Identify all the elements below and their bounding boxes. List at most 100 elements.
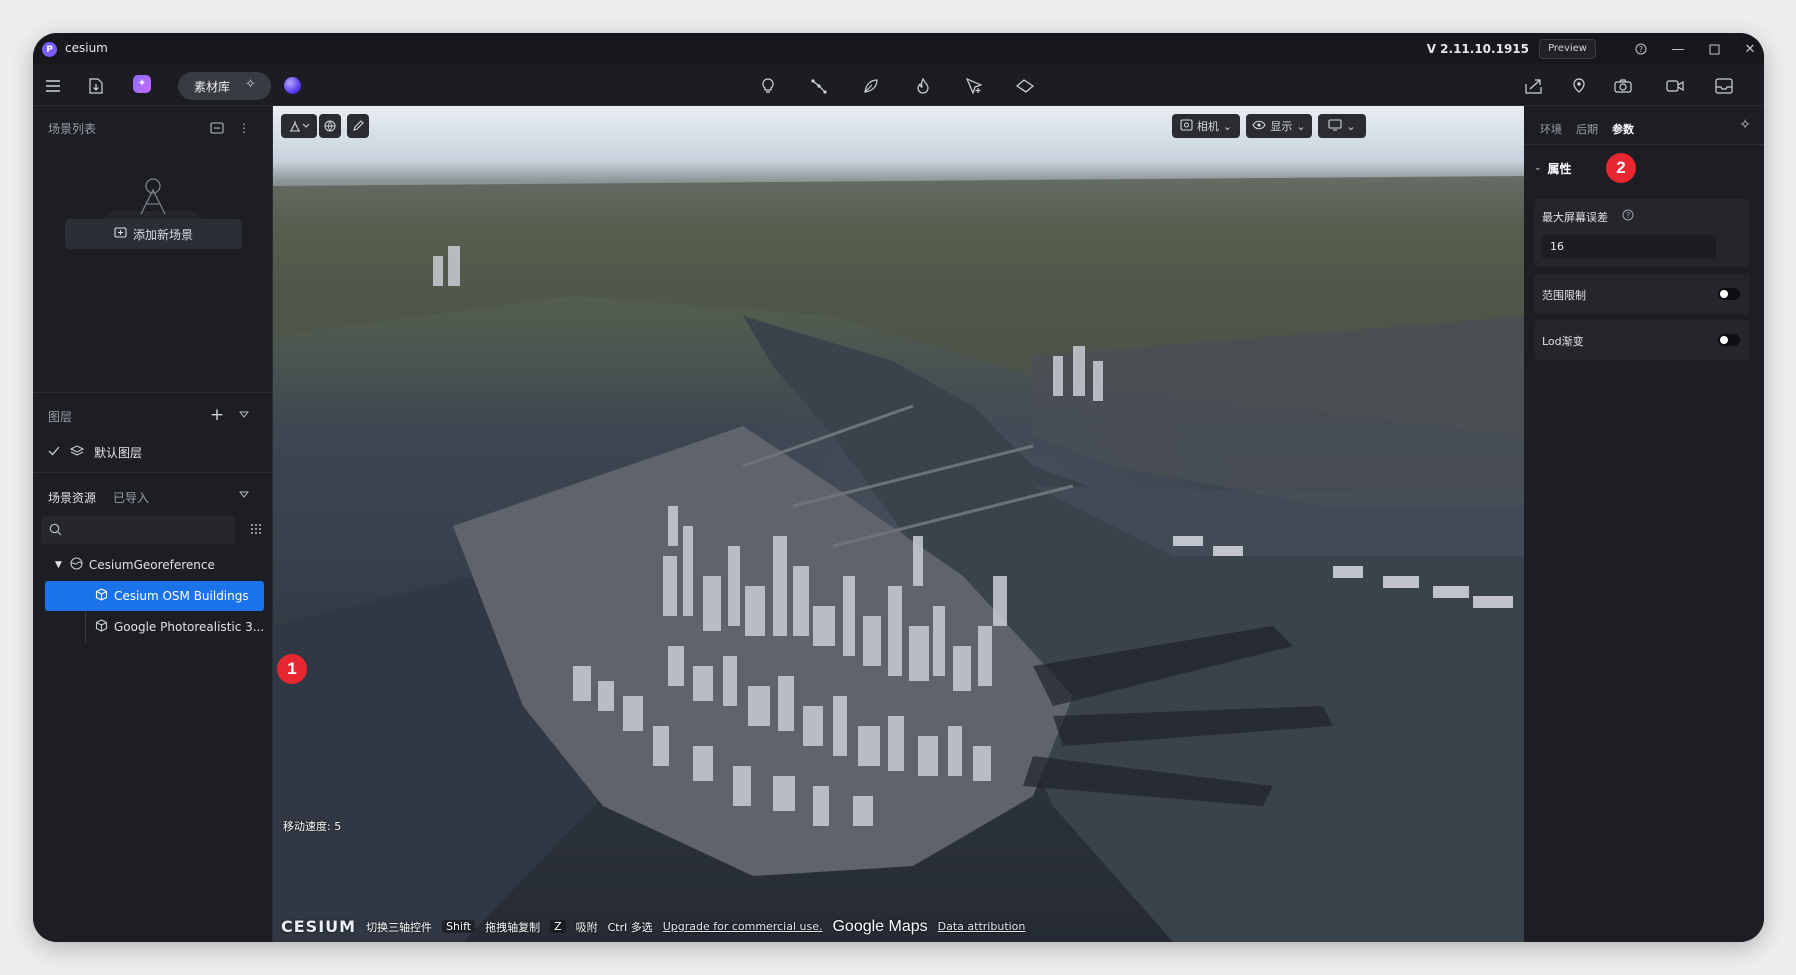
grid-view-icon[interactable] (245, 518, 267, 540)
add-new-scene-button[interactable]: 添加新场景 (65, 219, 242, 249)
more-options-icon[interactable]: ⋮ (233, 117, 255, 139)
properties-section-title: 属性 (1547, 161, 1572, 176)
add-layer-icon[interactable]: + (206, 404, 228, 426)
sparkle-icon: ✧ (245, 77, 256, 92)
assets-tab[interactable]: 场景资源 (48, 489, 96, 506)
collapse-layers-icon[interactable] (233, 404, 255, 426)
default-layer-label: 默认图层 (94, 445, 143, 460)
help-icon[interactable]: ? (1622, 209, 1634, 224)
globe-view-icon[interactable] (319, 114, 341, 138)
data-attribution-link[interactable]: Data attribution (938, 920, 1026, 933)
minimize-icon[interactable]: — (1668, 39, 1688, 59)
expand-arrow-icon[interactable]: ▼ (55, 560, 62, 570)
tree-item-google-photorealistic[interactable]: Google Photorealistic 3... (33, 612, 273, 642)
divider (1524, 144, 1764, 145)
divider (33, 392, 272, 393)
lod-fade-toggle[interactable] (1718, 334, 1740, 346)
leaf-tool-icon[interactable] (860, 75, 882, 97)
fire-tool-icon[interactable] (912, 75, 934, 97)
tree-item-osm-buildings[interactable]: Cesium OSM Buildings (45, 581, 264, 611)
imported-tab[interactable]: 已导入 (113, 489, 149, 506)
city-scene-illustration (273, 176, 1524, 942)
monitor-icon (1328, 118, 1342, 134)
maximize-icon[interactable] (1704, 39, 1724, 59)
bulb-icon[interactable] (757, 75, 779, 97)
title-bar: P cesium V 2.11.10.1915 Preview ? — ✕ (33, 33, 1764, 65)
tree-item-label: Google Photorealistic 3... (114, 620, 265, 634)
location-pin-icon[interactable] (1568, 75, 1590, 97)
tab-parameters[interactable]: 参数 (1612, 121, 1634, 137)
tree-item-label: CesiumGeoreference (88, 558, 215, 572)
lod-fade-card: Lod渐变 (1534, 320, 1750, 360)
tree-item-label: Cesium OSM Buildings (114, 589, 249, 603)
cesium-logo[interactable]: CESIUM (281, 917, 356, 936)
transform-gizmo-button[interactable] (281, 114, 317, 138)
sparkle-icon[interactable]: ✧ (1739, 117, 1751, 133)
asset-search-input[interactable] (41, 516, 235, 544)
search-icon (49, 523, 62, 539)
video-record-icon[interactable] (1664, 75, 1686, 97)
shift-key-hint: Shift (442, 920, 476, 933)
new-scene-icon[interactable] (206, 117, 228, 139)
chevron-down-icon: ⌄ (1534, 163, 1542, 173)
screenshot-camera-icon[interactable] (1612, 75, 1634, 97)
camera-dropdown[interactable]: 相机 ⌄ (1172, 114, 1240, 138)
camera-frame-icon (1180, 118, 1193, 134)
polyline-tool-icon[interactable] (808, 75, 830, 97)
max-screen-error-input[interactable]: 16 (1542, 235, 1716, 259)
svg-text:?: ? (1639, 45, 1643, 54)
tree-item-georeference[interactable]: ▼ CesiumGeoreference (33, 550, 263, 580)
pen-edit-icon[interactable] (347, 114, 369, 138)
globe-orb-icon[interactable] (284, 77, 301, 94)
check-icon[interactable] (48, 445, 60, 459)
preview-badge[interactable]: Preview (1539, 39, 1596, 59)
chevron-down-icon: ⌄ (1346, 119, 1356, 133)
viewport-footer: CESIUM 切换三轴控件 Shift 拖拽轴复制 Z 吸附 Ctrl 多选 U… (281, 917, 1025, 936)
add-scene-label: 添加新场景 (132, 227, 193, 242)
range-limit-label: 范围限制 (1542, 289, 1586, 302)
app-logo-icon: P (42, 42, 57, 57)
add-scene-icon (114, 227, 127, 241)
range-limit-card: 范围限制 (1534, 274, 1750, 314)
display-dropdown[interactable]: 显示 ⌄ (1246, 114, 1312, 138)
max-screen-error-card: 最大屏幕误差 ? 16 (1534, 199, 1750, 267)
left-sidebar: 场景列表 ⋮ 添加新场景 图层 + 默认图层 场景资源 已导入 ▼ Cesium… (33, 106, 273, 942)
cube-icon (95, 619, 108, 635)
hint-snap: 吸附 (575, 920, 598, 934)
svg-text:?: ? (1626, 211, 1630, 220)
cube-icon (95, 588, 108, 604)
help-icon[interactable]: ? (1631, 39, 1651, 59)
3d-viewport[interactable]: 相机 ⌄ 显示 ⌄ ⌄ 1 移动速度: 5 CESIUM 切换三轴控件 Shif… (273, 106, 1524, 942)
scene-list-title: 场景列表 (48, 122, 97, 136)
tab-post-processing[interactable]: 后期 (1576, 121, 1598, 137)
viewport-layout-dropdown[interactable]: ⌄ (1318, 114, 1366, 138)
hint-drag-copy: 拖拽轴复制 (485, 920, 541, 934)
collapse-assets-icon[interactable] (233, 484, 255, 506)
tab-environment[interactable]: 环境 (1540, 121, 1562, 137)
version-label: V 2.11.10.1915 (1426, 42, 1529, 56)
move-speed-label: 移动速度: 5 (283, 820, 342, 833)
properties-section-header[interactable]: ⌄ 属性 (1534, 158, 1572, 178)
range-limit-toggle[interactable] (1718, 288, 1740, 300)
inbox-icon[interactable] (1713, 75, 1735, 97)
pointer-add-icon[interactable] (963, 75, 985, 97)
layers-icon (69, 444, 85, 460)
annotation-badge-2: 2 (1606, 153, 1636, 183)
import-file-icon[interactable] (85, 75, 107, 97)
chevron-down-icon: ⌄ (1296, 119, 1306, 133)
close-icon[interactable]: ✕ (1740, 39, 1760, 59)
properties-panel: 环境 后期 参数 ✧ ⌄ 属性 2 最大屏幕误差 ? 16 范围限制 Lod渐变 (1524, 106, 1764, 942)
asset-library-button[interactable]: 素材库 ✧ (178, 72, 271, 100)
upgrade-link[interactable]: Upgrade for commercial use. (663, 920, 823, 933)
app-name: cesium (65, 41, 108, 55)
share-icon[interactable] (1523, 75, 1545, 97)
hint-ctrl: Ctrl 多选 (607, 920, 653, 934)
display-label: 显示 (1270, 120, 1293, 133)
ai-assistant-icon[interactable]: ✦ (133, 75, 151, 93)
layers-title: 图层 (48, 410, 73, 424)
eye-icon (1252, 120, 1267, 133)
layer-item-default[interactable]: 默认图层 (33, 438, 272, 466)
z-key-hint: Z (550, 920, 566, 933)
eraser-tool-icon[interactable] (1014, 75, 1036, 97)
menu-icon[interactable] (42, 75, 64, 97)
